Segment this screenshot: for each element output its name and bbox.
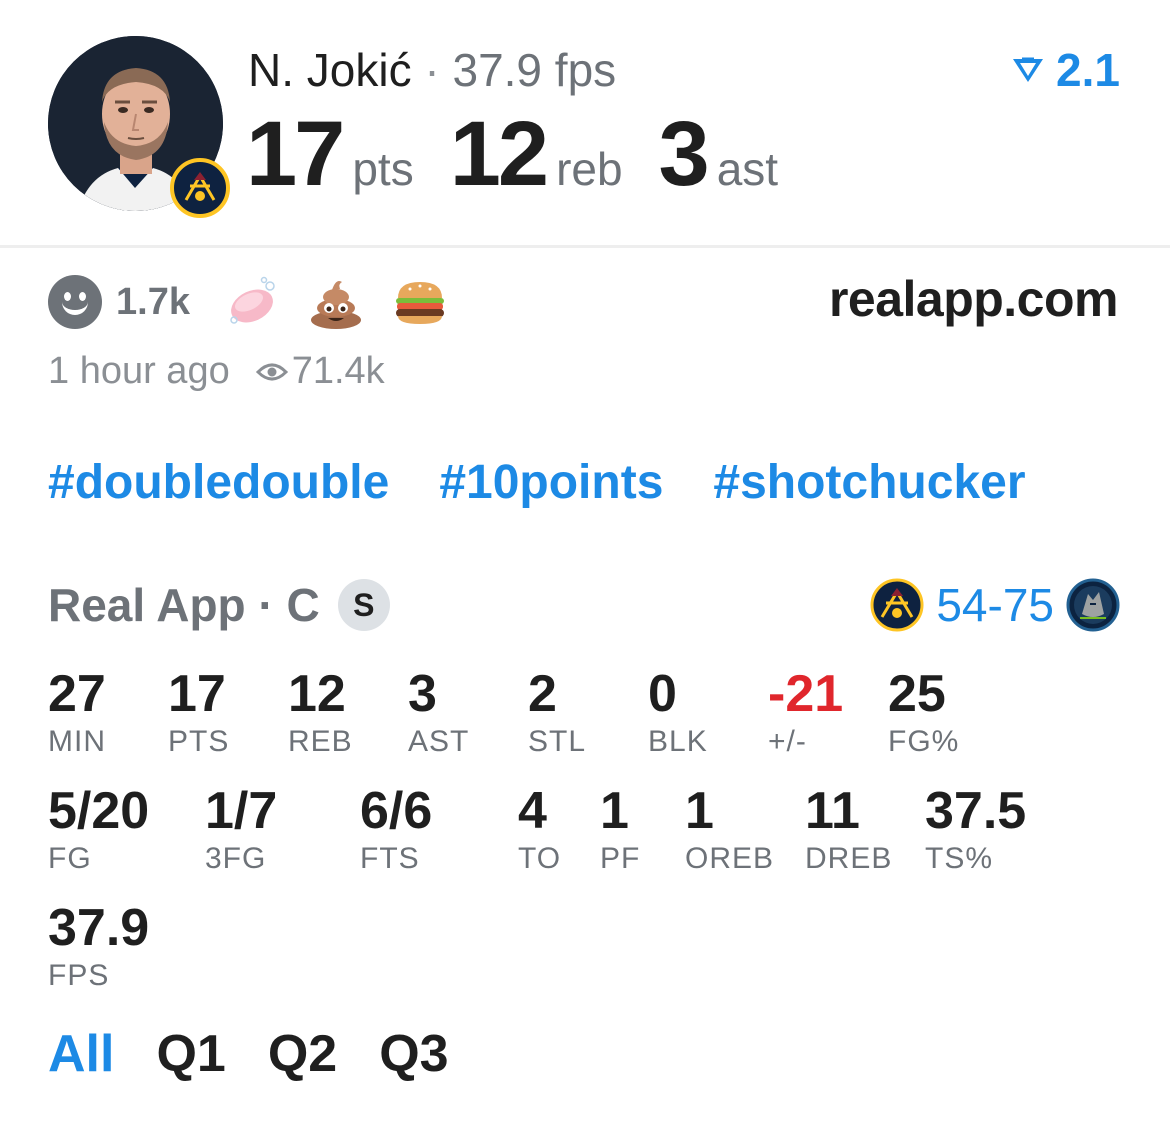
period-tabs: All Q1 Q2 Q3 [48, 1024, 449, 1084]
stat-label: TO [518, 842, 562, 875]
view-count: 71.4k [291, 350, 385, 392]
stat-value: 27 [48, 665, 106, 723]
hashtag-10points[interactable]: #10points [439, 455, 663, 510]
stat-value: 0 [648, 665, 677, 723]
stat-fg: 5/20 FG [48, 781, 149, 877]
stat-label: OREB [685, 842, 775, 875]
stat-label: DREB [805, 842, 893, 875]
post-meta: 1 hour ago 71.4k [48, 350, 385, 393]
stat-label: FTS [360, 842, 420, 875]
hashtag-shotchucker[interactable]: #shotchucker [713, 455, 1025, 510]
time-ago: 1 hour ago [48, 350, 230, 392]
stat-value: 12 [288, 665, 346, 723]
stat-value: -21 [768, 665, 844, 723]
smiley-reaction-icon[interactable] [48, 275, 102, 329]
stat-value: 3 [408, 665, 437, 723]
stat-fps: 37.9 FPS [48, 898, 149, 994]
player-name[interactable]: N. Jokić [248, 44, 412, 96]
stat-oreb: 1 OREB [685, 781, 774, 877]
tab-all[interactable]: All [48, 1024, 114, 1084]
soap-emoji-icon[interactable] [224, 274, 280, 330]
headline-rebounds-unit: reb [556, 143, 623, 195]
stat-value: 6/6 [360, 782, 433, 840]
headline-assists-unit: ast [716, 143, 779, 195]
separator-dot: · [424, 44, 440, 96]
headline-stats: 17 pts 12 reb 3 ast [246, 104, 814, 204]
stat-pts: 17 PTS [168, 664, 229, 760]
stat-reb: 12 REB [288, 664, 353, 760]
stat-label: 3FG [205, 842, 267, 875]
tab-q1[interactable]: Q1 [156, 1024, 225, 1084]
stat-ts-pct: 37.5 TS% [925, 781, 1026, 877]
score-value: 54-75 [936, 579, 1054, 631]
rank-value: 2.1 [1056, 44, 1120, 96]
stat-value: 37.9 [48, 899, 150, 957]
stat-value: 1/7 [205, 782, 278, 840]
stat-label: FG% [888, 725, 960, 758]
stat-value: 37.5 [925, 782, 1027, 840]
stat-min: 27 MIN [48, 664, 106, 760]
stat-label: BLK [648, 725, 708, 758]
stat-fts: 6/6 FTS [360, 781, 432, 877]
hashtag-list: #doubledouble #10points #shotchucker [48, 455, 1026, 510]
timberwolves-logo-icon [1066, 578, 1120, 632]
stat-dreb: 11 DREB [805, 781, 892, 877]
rank-chevron-icon [1013, 57, 1044, 82]
stat-3fg: 1/7 3FG [205, 781, 277, 877]
reactions-bar: 1.7k [48, 272, 476, 332]
stat-value: 11 [805, 782, 860, 840]
player-title-line: N. Jokić · 37.9 fps [248, 42, 616, 98]
stat-value: 5/20 [48, 782, 150, 840]
stat-value: 1 [600, 782, 629, 840]
stat-ast: 3 AST [408, 664, 469, 760]
stat-value: 1 [685, 782, 714, 840]
hamburger-emoji-icon[interactable] [392, 274, 448, 330]
hashtag-doubledouble[interactable]: #doubledouble [48, 455, 389, 510]
reaction-count: 1.7k [116, 280, 190, 323]
game-row: Real App · C S 54-75 [48, 578, 1120, 638]
fps-value: 37.9 fps [452, 44, 617, 96]
stat-fg-pct: 25 FG% [888, 664, 959, 760]
headline-points-unit: pts [352, 143, 414, 195]
stat-stl: 2 STL [528, 664, 586, 760]
tab-q3[interactable]: Q3 [379, 1024, 448, 1084]
nuggets-logo-icon [870, 578, 924, 632]
stat-label: STL [528, 725, 587, 758]
league-label: Real App · C [48, 579, 320, 631]
headline-rebounds-value: 12 [449, 103, 549, 205]
player-header: N. Jokić · 37.9 fps 2.1 17 pts 12 reb 3 … [0, 0, 1170, 248]
stat-value: 17 [168, 665, 226, 723]
nuggets-logo-icon [170, 158, 230, 218]
stat-plus-minus: -21 +/- [768, 664, 843, 760]
views-eye-icon [255, 363, 288, 380]
headline-points-value: 17 [246, 103, 345, 205]
tab-q2[interactable]: Q2 [268, 1024, 337, 1084]
pile-of-poo-emoji-icon[interactable] [308, 274, 364, 330]
stat-label: MIN [48, 725, 106, 758]
stat-blk: 0 BLK [648, 664, 708, 760]
source-site-link[interactable]: realapp.com [829, 270, 1119, 328]
game-score[interactable]: 54-75 [870, 578, 1120, 632]
stat-label: AST [408, 725, 470, 758]
league-position: Real App · C S [48, 578, 390, 632]
s-badge: S [337, 579, 390, 631]
stat-label: FG [48, 842, 92, 875]
stat-label: FPS [48, 959, 110, 992]
stat-label: REB [288, 725, 353, 758]
stat-label: +/- [768, 725, 807, 758]
player-avatar[interactable] [48, 36, 230, 218]
stat-value: 25 [888, 665, 946, 723]
stat-pf: 1 PF [600, 781, 640, 877]
stat-value: 2 [528, 665, 557, 723]
stat-to: 4 TO [518, 781, 561, 877]
stat-label: PTS [168, 725, 230, 758]
stat-label: TS% [925, 842, 994, 875]
stat-value: 4 [518, 782, 547, 840]
stat-label: PF [600, 842, 641, 875]
rank-indicator[interactable]: 2.1 [1010, 42, 1120, 98]
headline-assists-value: 3 [658, 103, 710, 205]
